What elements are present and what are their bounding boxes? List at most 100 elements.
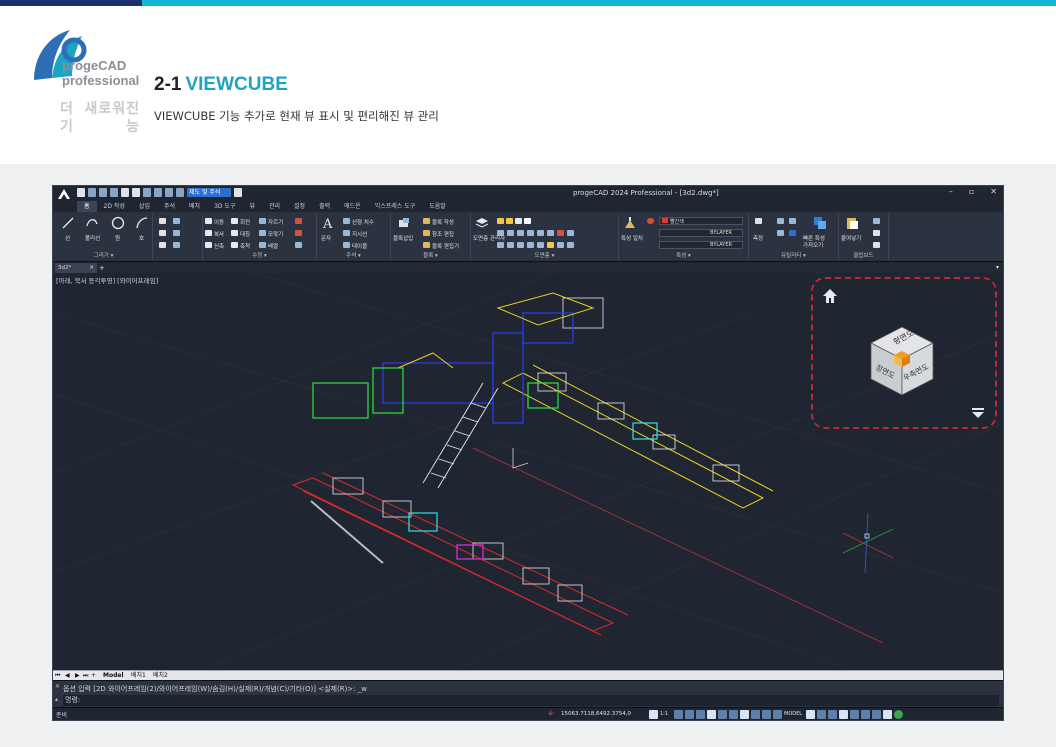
tab-3d-tools[interactable]: 3D 도구 — [207, 201, 242, 212]
paste-icon[interactable] — [845, 216, 859, 230]
crosshair-icon[interactable]: + — [547, 709, 555, 719]
line-icon[interactable] — [61, 216, 75, 230]
workspace-dropdown-icon[interactable] — [234, 188, 242, 197]
layer-lock-icon[interactable] — [515, 218, 522, 224]
save-icon[interactable] — [99, 188, 107, 197]
stretch-icon[interactable] — [205, 242, 212, 248]
hardware-icon[interactable] — [850, 710, 859, 719]
new-tab-icon[interactable]: + — [99, 263, 105, 273]
offset-icon[interactable] — [295, 242, 302, 248]
new-file-icon[interactable] — [77, 188, 85, 197]
osnap-icon[interactable] — [740, 710, 749, 719]
snap-icon[interactable] — [696, 710, 705, 719]
tab-settings[interactable]: 설정 — [287, 201, 312, 212]
point-icon[interactable] — [173, 242, 180, 248]
ortho-icon[interactable] — [718, 710, 727, 719]
annotation-scale-icon[interactable] — [649, 710, 658, 719]
tab-express-tools[interactable]: 익스프레스 도구 — [368, 201, 423, 212]
linear-dimension-icon[interactable] — [343, 218, 350, 224]
layer-tool-9-icon[interactable] — [497, 242, 504, 248]
text-icon[interactable]: A — [321, 216, 335, 230]
spline-icon[interactable] — [173, 218, 180, 224]
measure-icon[interactable] — [755, 218, 762, 224]
linetype-dropdown[interactable]: BYLAYER — [659, 229, 743, 237]
tab-output[interactable]: 출력 — [312, 201, 337, 212]
plot-icon[interactable] — [154, 188, 162, 197]
open-file-icon[interactable] — [88, 188, 96, 197]
command-close-icon[interactable]: ✕ — [55, 683, 60, 690]
tab-manage[interactable]: 관리 — [262, 201, 287, 212]
home-icon[interactable] — [821, 287, 839, 305]
model-space-toggle[interactable]: MODEL — [784, 710, 804, 719]
close-tab-icon[interactable]: ✕ — [89, 263, 94, 273]
quick-properties-icon[interactable] — [813, 216, 827, 230]
dynamic-input-icon[interactable] — [773, 710, 782, 719]
rotate-icon[interactable] — [231, 218, 238, 224]
lock-icon[interactable] — [828, 710, 837, 719]
scale-label[interactable]: 1:1 — [660, 710, 672, 719]
utility-tool-2-icon[interactable] — [789, 218, 796, 224]
tab-2d-draw[interactable]: 2D 작성 — [97, 201, 132, 212]
tab-view[interactable]: 뷰 — [242, 201, 262, 212]
settings-icon[interactable] — [806, 710, 815, 719]
command-history-icon[interactable]: ▴ — [55, 696, 58, 703]
layout-tab-model[interactable]: Model — [103, 671, 124, 680]
layer-tool-15-icon[interactable] — [557, 242, 564, 248]
layer-tool-12-icon[interactable] — [527, 242, 534, 248]
circle-icon[interactable] — [111, 216, 125, 230]
utility-filter-icon[interactable] — [789, 230, 796, 236]
drawing-viewport[interactable]: [아래, 북서 등각투영] [와이어프레임] 평면도 정면도 우측면도 — [53, 273, 1003, 670]
maximize-button[interactable]: ▫ — [969, 187, 974, 196]
region-icon[interactable] — [159, 242, 166, 248]
block-editor-icon[interactable] — [423, 242, 430, 248]
customize-icon[interactable] — [883, 710, 892, 719]
tab-insert[interactable]: 삽입 — [132, 201, 157, 212]
leader-icon[interactable] — [343, 230, 350, 236]
otrack-icon[interactable] — [751, 710, 760, 719]
layer-freeze-icon[interactable] — [506, 218, 513, 224]
layer-tool-6-icon[interactable] — [547, 230, 554, 236]
polar-icon[interactable] — [729, 710, 738, 719]
scale-icon[interactable] — [231, 242, 238, 248]
clean-screen-icon[interactable] — [861, 710, 870, 719]
tab-nav-last-icon[interactable]: ⏭ — [83, 671, 88, 680]
isolate-icon[interactable] — [839, 710, 848, 719]
tab-annotate[interactable]: 주석 — [157, 201, 182, 212]
layer-tool-8-icon[interactable] — [567, 230, 574, 236]
layer-tool-1-icon[interactable] — [497, 230, 504, 236]
insert-block-icon[interactable] — [397, 216, 411, 230]
lineweight-dropdown[interactable]: BYLAYER — [659, 241, 743, 249]
help-icon[interactable] — [176, 188, 184, 197]
layout-tab-1[interactable]: 배치1 — [131, 671, 146, 680]
auto-scale-icon[interactable] — [685, 710, 694, 719]
annotation-visibility-icon[interactable] — [674, 710, 683, 719]
tab-addons[interactable]: 애드온 — [337, 201, 368, 212]
layer-tool-5-icon[interactable] — [537, 230, 544, 236]
table-icon[interactable] — [343, 242, 350, 248]
layout-tab-2[interactable]: 배치2 — [153, 671, 168, 680]
color-dropdown[interactable]: 빨간색 — [659, 217, 743, 225]
lineweight-icon[interactable] — [762, 710, 771, 719]
tabs-dropdown-icon[interactable]: ▾ — [996, 263, 999, 273]
layer-tool-2-icon[interactable] — [507, 230, 514, 236]
utility-tool-3-icon[interactable] — [777, 230, 784, 236]
move-icon[interactable] — [205, 218, 212, 224]
tab-nav-next-icon[interactable]: ▶ — [75, 671, 80, 680]
layer-color-icon[interactable] — [524, 218, 531, 224]
tab-help[interactable]: 도움말 — [422, 201, 453, 212]
explode-icon[interactable] — [295, 218, 302, 224]
cut-icon[interactable] — [873, 218, 880, 224]
command-input[interactable]: 명령: — [63, 695, 999, 706]
properties-icon[interactable] — [872, 710, 881, 719]
new-layout-icon[interactable]: + — [91, 671, 96, 680]
grid-icon[interactable] — [707, 710, 716, 719]
tab-home[interactable]: 홈 — [77, 201, 97, 212]
match-properties-icon[interactable] — [623, 216, 637, 230]
mirror-icon[interactable] — [231, 230, 238, 236]
utility-tool-1-icon[interactable] — [777, 218, 784, 224]
polyline-icon[interactable] — [85, 216, 99, 230]
copy-link-icon[interactable] — [873, 242, 880, 248]
layer-tool-16-icon[interactable] — [567, 242, 574, 248]
status-ok-icon[interactable] — [894, 710, 903, 719]
fillet-icon[interactable] — [259, 230, 266, 236]
